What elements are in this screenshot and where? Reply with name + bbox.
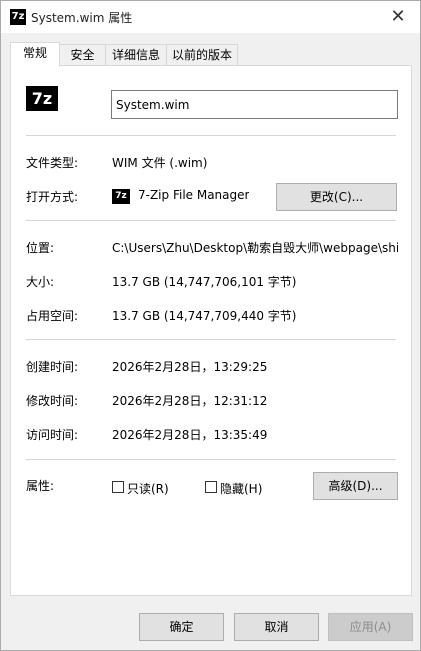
readonly-label: 只读(R) [127,482,169,496]
tab-previous-versions[interactable]: 以前的版本 [166,44,238,65]
accessed-value: 2026年2月28日，13:35:49 [112,428,268,442]
size-on-disk-label: 占用空间: [26,309,79,323]
separator [26,459,396,460]
accessed-label: 访问时间: [26,428,79,442]
open-with-label: 打开方式: [26,190,79,204]
title-bar: 7z System.wim 属性 ✕ [1,1,420,33]
hidden-label: 隐藏(H) [220,482,263,496]
separator [26,220,396,221]
separator [26,135,396,136]
size-label: 大小: [26,275,55,289]
modified-label: 修改时间: [26,394,79,408]
7zip-file-icon-large: 7z [26,86,58,111]
general-tab-panel: 7z 文件类型: WIM 文件 (.wim) 打开方式: 7z 7-Zip Fi… [10,65,412,596]
apply-button[interactable]: 应用(A) [328,613,413,641]
properties-window: 7z System.wim 属性 ✕ 常规 安全 详细信息 以前的版本 7z 文… [0,0,421,651]
filename-input[interactable] [111,90,398,119]
ok-button[interactable]: 确定 [139,613,224,641]
tab-general[interactable]: 常规 [10,42,60,67]
created-value: 2026年2月28日，13:29:25 [112,360,268,374]
tab-security[interactable]: 安全 [59,44,106,65]
size-on-disk-value: 13.7 GB (14,747,709,440 字节) [112,309,297,323]
file-type-label: 文件类型: [26,156,79,170]
7zip-file-icon: 7z [10,9,26,25]
modified-value: 2026年2月28日，12:31:12 [112,394,268,408]
cancel-button[interactable]: 取消 [234,613,319,641]
readonly-checkbox[interactable] [112,481,124,493]
size-value: 13.7 GB (14,747,706,101 字节) [112,275,297,289]
separator [26,339,396,340]
attributes-label: 属性: [26,479,55,493]
open-with-value: 7-Zip File Manager [138,188,250,202]
hidden-checkbox[interactable] [205,481,217,493]
close-button[interactable]: ✕ [376,1,420,33]
file-type-value: WIM 文件 (.wim) [112,156,208,170]
7zip-app-icon: 7z [112,189,130,204]
advanced-button[interactable]: 高级(D)... [313,472,398,500]
location-value: C:\Users\Zhu\Desktop\勒索自毁大师\webpage\shi [112,241,398,255]
change-button[interactable]: 更改(C)... [276,183,397,211]
window-title: System.wim 属性 [31,11,133,25]
tab-details[interactable]: 详细信息 [105,44,167,65]
created-label: 创建时间: [26,360,79,374]
location-label: 位置: [26,241,55,255]
